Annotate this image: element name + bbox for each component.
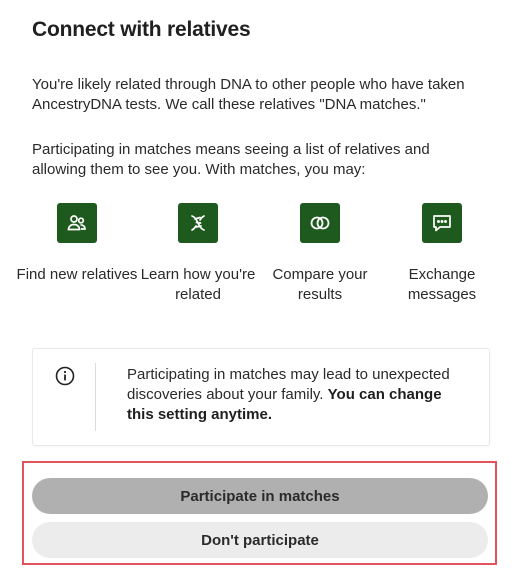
feature-label: Exchange messages [407,266,477,303]
feature-learn-related: Learn how you're related [137,203,259,305]
info-icon [55,366,75,386]
feature-list: Find new relatives Learn how you're rela… [16,203,506,323]
feature-find-relatives: Find new relatives [16,203,138,285]
page-title: Connect with relatives [32,18,251,41]
feature-label: Compare your results [272,266,368,303]
feature-compare-results: Compare your results [259,203,381,305]
feature-exchange-messages: Exchange messages [381,203,503,305]
feature-label: Find new relatives [16,266,138,283]
notice-divider [95,363,96,431]
message-icon [422,203,462,243]
connect-relatives-dialog: Connect with relatives You're likely rel… [0,0,515,583]
notice-card: Participating in matches may lead to une… [32,348,490,446]
compare-circles-icon [300,203,340,243]
dont-participate-button[interactable]: Don't participate [32,522,488,558]
notice-text: Participating in matches may lead to une… [127,365,472,425]
people-icon [57,203,97,243]
matches-paragraph: Participating in matches means seeing a … [32,141,430,178]
feature-label: Learn how you're related [140,266,256,303]
participate-button[interactable]: Participate in matches [32,478,488,514]
intro-paragraph: You're likely related through DNA to oth… [32,76,465,113]
dna-icon [178,203,218,243]
